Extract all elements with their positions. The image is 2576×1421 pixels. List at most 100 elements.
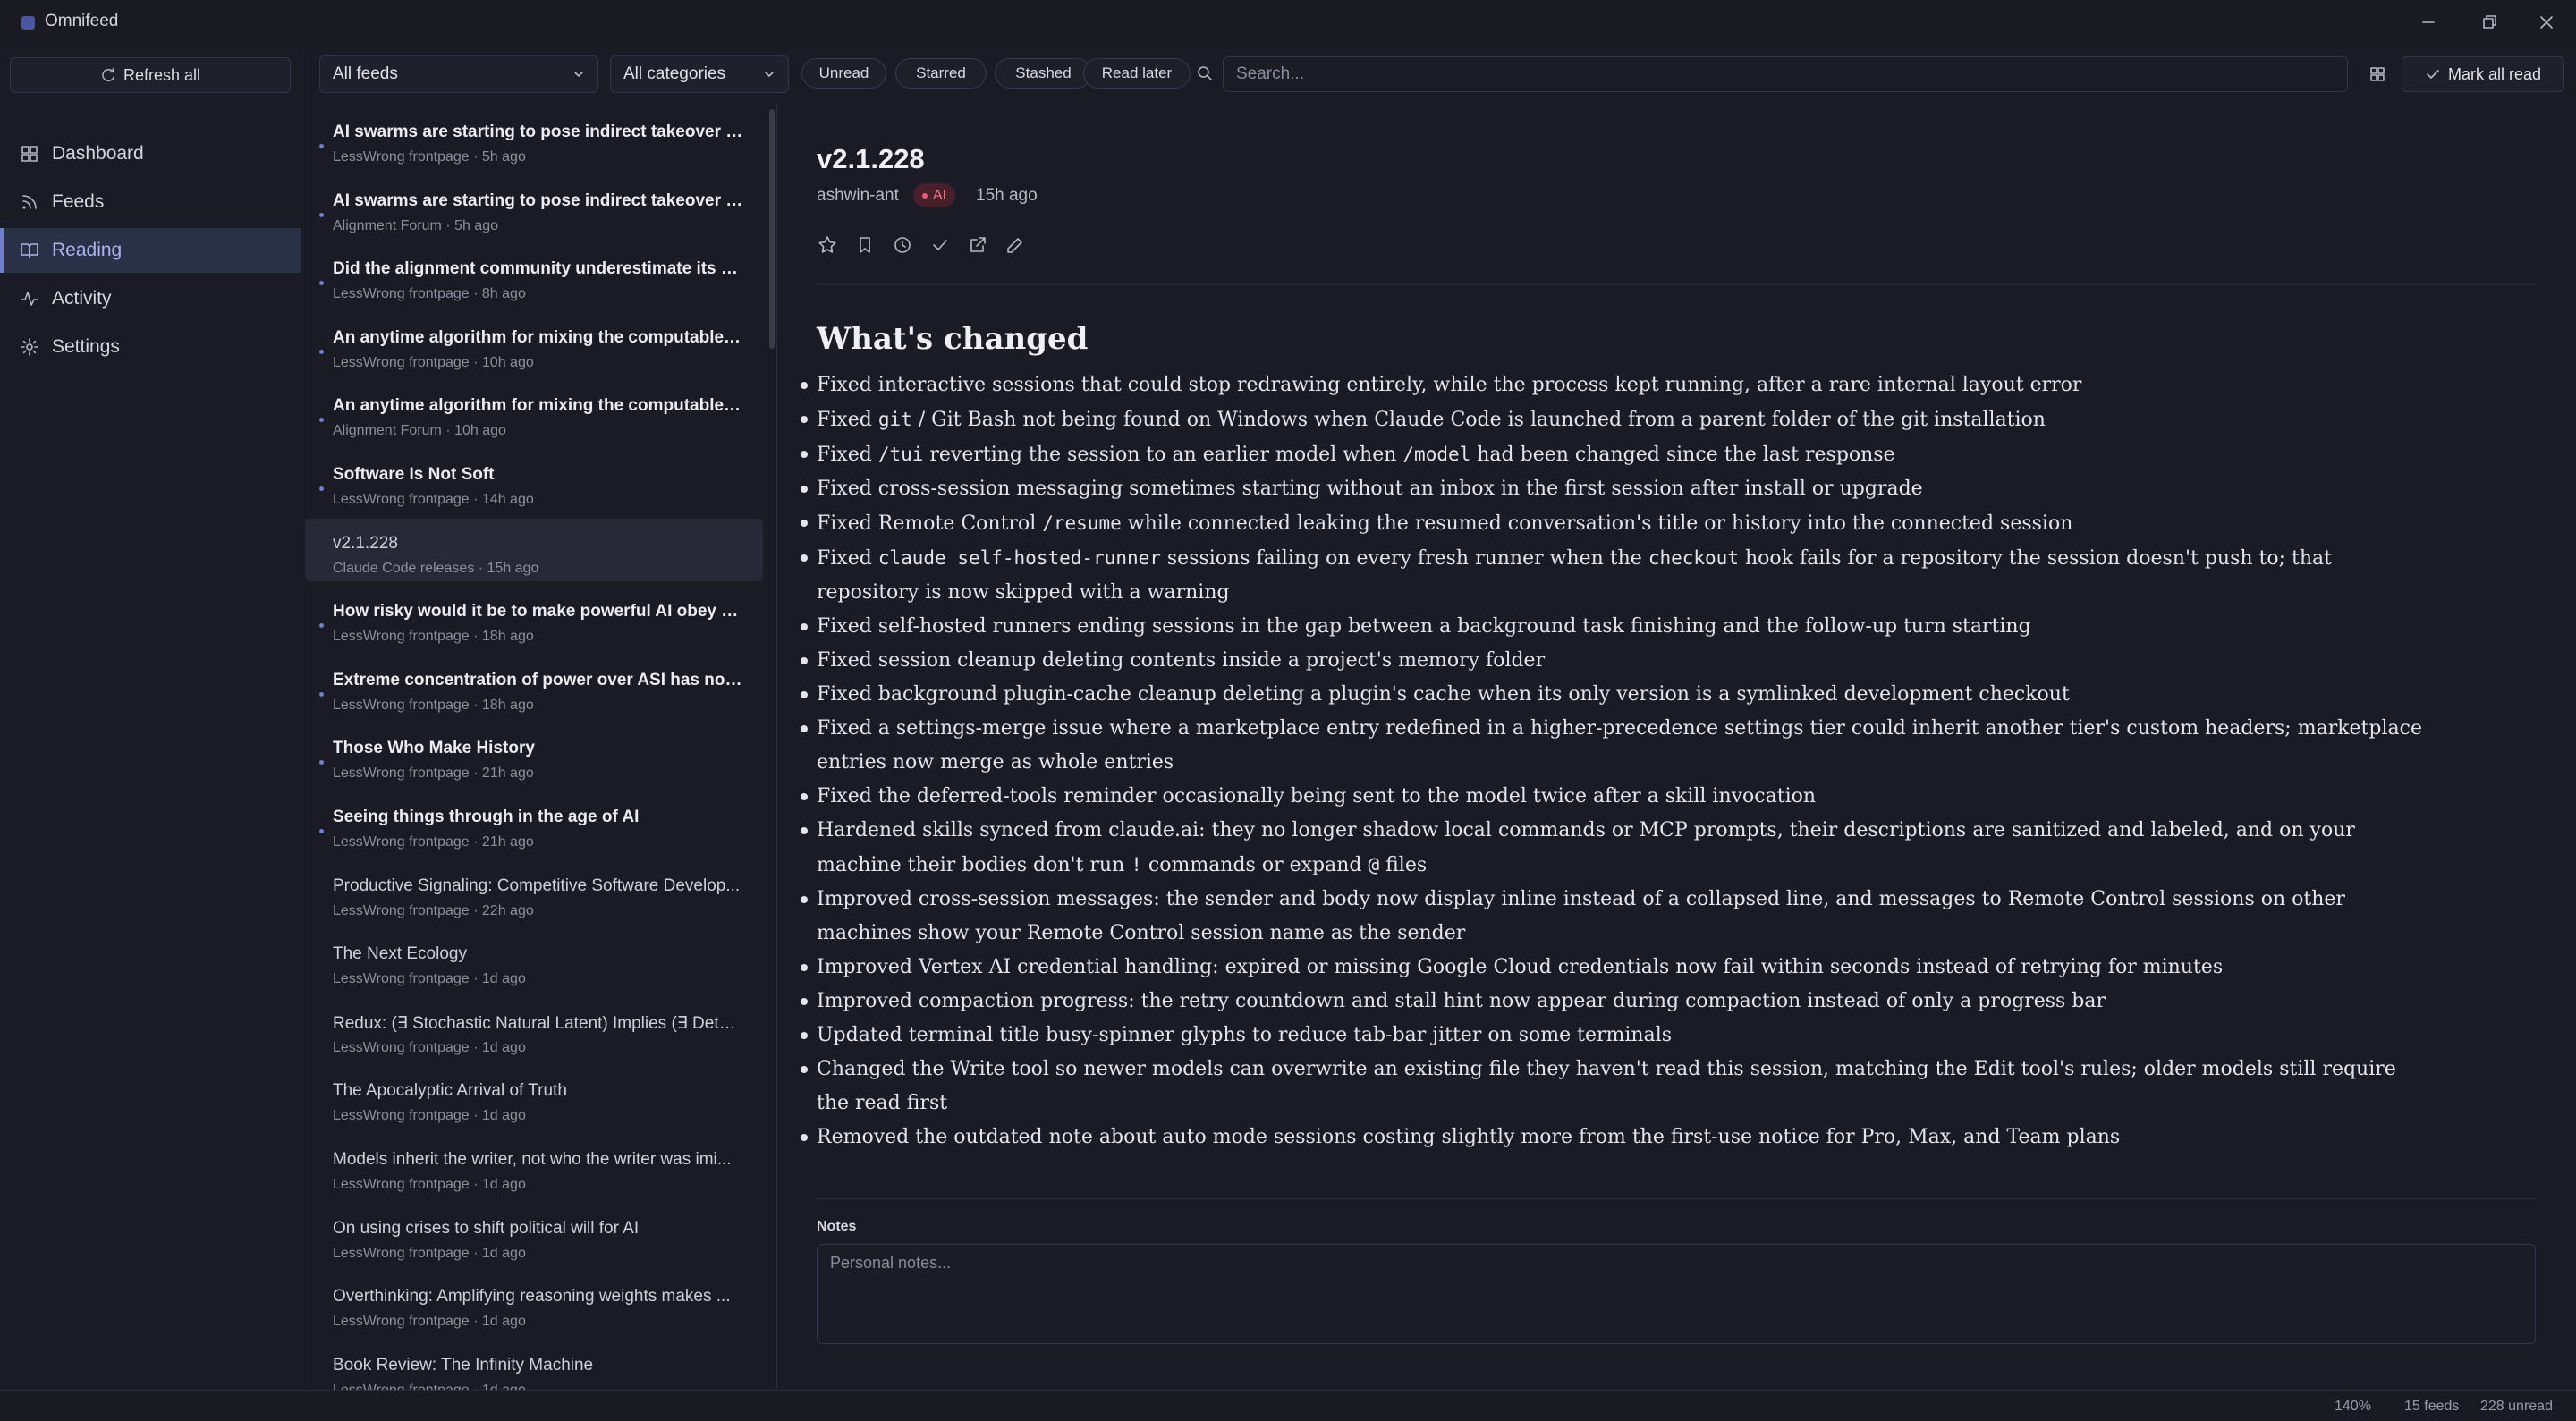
list-item-source: LessWrong frontpage — [333, 354, 470, 370]
list-item[interactable]: Seeing things through in the age of AI Le… — [305, 792, 763, 855]
change-text: Removed the outdated note about auto mod… — [817, 1126, 2121, 1148]
list-item-time: 18h ago — [481, 629, 534, 645]
list-item-time: 14h ago — [481, 492, 534, 507]
list-item[interactable]: Overthinking: Amplifying reasoning weigh… — [305, 1272, 763, 1334]
list-scrollbar[interactable] — [769, 109, 775, 349]
category-filter-value: All categories — [623, 64, 726, 83]
list-item[interactable]: Book Review: The Infinity Machine LessWro… — [305, 1341, 763, 1390]
grid-icon — [21, 146, 38, 162]
change-item: Improved cross-session messages: the sen… — [801, 883, 2427, 951]
list-item-title: Extreme concentration of power over ASI … — [333, 670, 744, 689]
list-item[interactable]: An anytime algorithm for mixing the comp… — [305, 381, 763, 444]
unread-dot — [319, 144, 324, 148]
external-link-icon[interactable] — [967, 234, 988, 256]
meta-separator: · — [469, 354, 482, 370]
list-item-source: LessWrong frontpage — [333, 971, 470, 987]
change-text: Fixed a settings-merge issue where a mar… — [817, 717, 2422, 774]
meta-separator: · — [469, 902, 482, 918]
minimize-icon[interactable] — [2419, 13, 2438, 32]
list-item-title: Book Review: The Infinity Machine — [333, 1355, 594, 1374]
change-item: Fixed background plugin-cache cleanup de… — [801, 678, 2427, 712]
list-item[interactable]: v2.1.228 Claude Code releases · 15h ago — [305, 518, 763, 581]
list-item[interactable]: AI swarms are starting to pose indirect … — [305, 107, 763, 170]
sidebar-item-label: Feeds — [52, 191, 105, 212]
sidebar-item-feeds[interactable]: Feeds — [0, 180, 301, 224]
meta-separator: · — [441, 217, 455, 233]
list-item-time: 1d ago — [481, 1245, 526, 1261]
list-item[interactable]: Did the alignment community underestimat… — [305, 244, 763, 307]
article-list: AI swarms are starting to pose indirect … — [301, 104, 775, 1390]
list-item[interactable]: The Next Ecology LessWrong frontpage · 1d… — [305, 929, 763, 992]
list-item[interactable]: The Apocalyptic Arrival of Truth LessWron… — [305, 1066, 763, 1129]
restore-icon[interactable] — [2479, 13, 2499, 32]
change-text: Fixed session cleanup deleting contents … — [817, 649, 1546, 672]
list-item-title: Overthinking: Amplifying reasoning weigh… — [333, 1287, 731, 1307]
sidebar-item-dashboard[interactable]: Dashboard — [0, 131, 301, 176]
list-item[interactable]: How risky would it be to make powerful A… — [305, 587, 763, 649]
unread-dot — [319, 829, 324, 833]
sidebar-item-reading[interactable]: Reading — [0, 228, 301, 273]
list-item-time: 1d ago — [481, 1039, 526, 1055]
inline-code: @ — [1368, 854, 1380, 875]
list-item[interactable]: Software Is Not Soft LessWrong frontpage … — [305, 450, 763, 512]
meta-separator: · — [469, 149, 482, 165]
feed-filter-select[interactable]: All feeds — [319, 55, 598, 93]
list-item-time: 1d ago — [481, 971, 526, 987]
refresh-all-button[interactable]: Refresh all — [10, 57, 291, 93]
edit-icon[interactable] — [1004, 234, 1026, 256]
list-item[interactable]: On using crises to shift political will … — [305, 1204, 763, 1266]
list-item-meta: LessWrong frontpage · 18h ago — [333, 629, 744, 645]
list-item[interactable]: Productive Signaling: Competitive Softwa… — [305, 861, 763, 924]
close-icon[interactable] — [2537, 13, 2556, 32]
change-text: Fixed interactive sessions that could st… — [817, 374, 2082, 396]
mark-all-read-button[interactable]: Mark all read — [2402, 56, 2564, 92]
sidebar-item-settings[interactable]: Settings — [0, 325, 301, 369]
meta-separator: · — [469, 629, 482, 645]
article-time: 15h ago — [976, 186, 1038, 205]
meta-separator: · — [474, 560, 487, 576]
list-item[interactable]: An anytime algorithm for mixing the comp… — [305, 313, 763, 376]
filter-stashed-button[interactable]: Stashed — [995, 58, 1092, 89]
change-text: reverting the session to an earlier mode… — [923, 444, 1403, 466]
check-icon[interactable] — [929, 234, 951, 256]
list-item-source: LessWrong frontpage — [333, 834, 470, 850]
unread-dot — [319, 418, 324, 423]
meta-separator: · — [469, 1245, 482, 1261]
search-input[interactable] — [1223, 56, 2348, 92]
clock-icon[interactable] — [892, 234, 913, 256]
list-item[interactable]: AI swarms are starting to pose indirect … — [305, 176, 763, 239]
unread-dot — [319, 691, 324, 697]
meta-separator: · — [470, 1383, 482, 1390]
bookmark-icon[interactable] — [854, 234, 876, 256]
list-item[interactable]: Redux: (∃ Stochastic Natural Latent) Imp… — [305, 998, 763, 1061]
list-item-meta: LessWrong frontpage · 1d ago — [333, 1177, 744, 1193]
change-item: Fixed Remote Control /resume while conne… — [801, 506, 2427, 541]
list-item[interactable]: Extreme concentration of power over ASI … — [305, 656, 763, 718]
app-logo-icon — [21, 16, 35, 30]
meta-separator: · — [469, 492, 482, 507]
unread-dot — [319, 349, 324, 354]
refresh-icon — [102, 68, 114, 82]
list-item-source: LessWrong frontpage — [333, 286, 470, 302]
feed-count: 15 feeds — [2404, 1399, 2460, 1414]
change-item: Fixed a settings-merge issue where a mar… — [801, 712, 2427, 780]
search-icon — [1198, 66, 1212, 80]
filter-unread-button[interactable]: Unread — [801, 58, 886, 89]
sidebar-item-activity[interactable]: Activity — [0, 276, 301, 321]
list-item-title: Redux: (∃ Stochastic Natural Latent) Imp… — [333, 1013, 744, 1033]
refresh-all-label: Refresh all — [123, 65, 201, 84]
star-icon[interactable] — [817, 234, 838, 256]
list-item-time: 1d ago — [481, 1108, 526, 1124]
list-item-source: LessWrong frontpage — [333, 902, 470, 918]
filter-read-later-button[interactable]: Read later — [1083, 58, 1191, 89]
chevron-down-icon — [574, 72, 583, 77]
list-item-source: LessWrong frontpage — [333, 1108, 470, 1124]
list-item[interactable]: Those Who Make History LessWrong frontpag… — [305, 723, 763, 786]
layout-toggle-icon[interactable] — [2368, 64, 2387, 84]
filter-starred-button[interactable]: Starred — [895, 58, 987, 89]
category-filter-select[interactable]: All categories — [610, 55, 789, 93]
change-text: Fixed — [817, 409, 878, 431]
list-item-source: LessWrong frontpage — [333, 1039, 470, 1055]
list-item[interactable]: Models inherit the writer, not who the w… — [305, 1135, 763, 1197]
notes-field[interactable] — [817, 1244, 2536, 1344]
